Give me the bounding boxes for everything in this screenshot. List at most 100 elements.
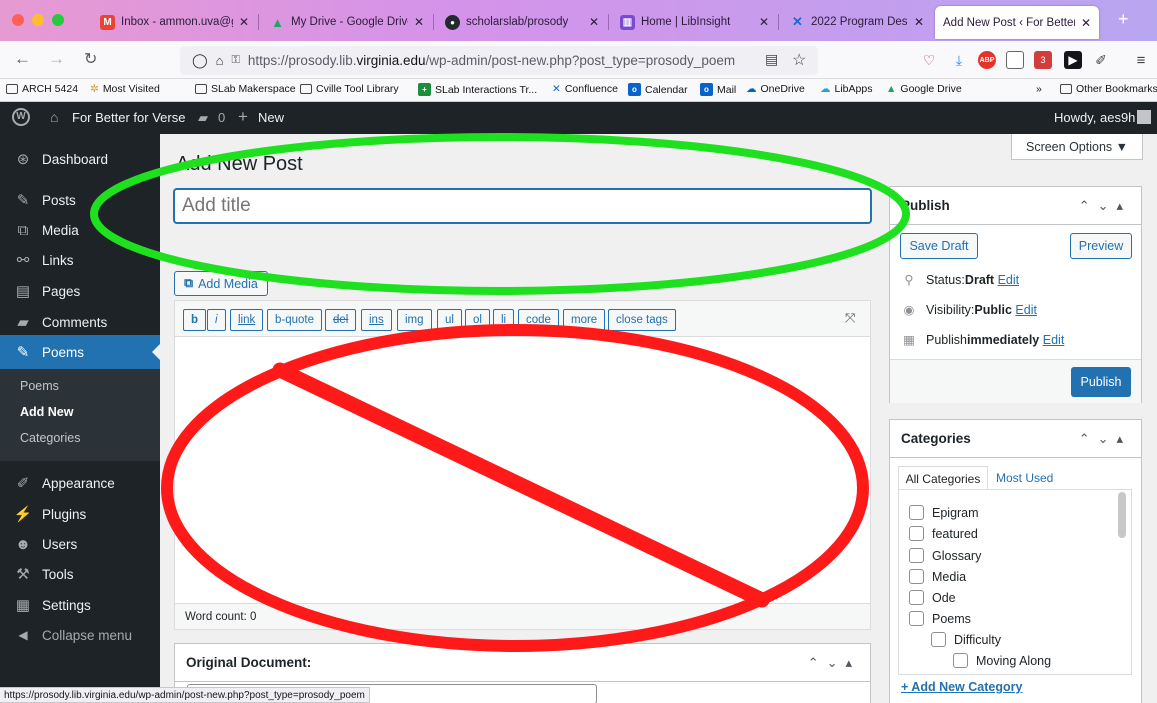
qt-italic-button[interactable]: i — [207, 309, 226, 331]
back-icon[interactable]: ← — [14, 49, 31, 69]
post-title-input[interactable] — [174, 189, 871, 223]
category-glossary[interactable]: Glossary — [909, 548, 981, 563]
qt-code-button[interactable]: code — [518, 309, 559, 331]
menu-icon[interactable]: ≡ — [1132, 51, 1150, 69]
tab-most-used[interactable]: Most Used — [996, 466, 1053, 490]
category-epigram[interactable]: Epigram — [909, 505, 979, 520]
qt-ol-button[interactable]: ol — [465, 309, 490, 331]
save-draft-button[interactable]: Save Draft — [900, 233, 978, 259]
qt-del-button[interactable]: del — [325, 309, 357, 331]
wordpress-logo-icon[interactable]: W — [12, 108, 30, 126]
tab-all-categories[interactable]: All Categories — [898, 466, 988, 490]
zoom-window-icon[interactable] — [52, 14, 64, 26]
bookmarks-overflow-icon[interactable]: » — [1036, 83, 1042, 95]
bookmark-slab-interactions[interactable]: + SLab Interactions Tr... — [418, 83, 537, 96]
screen-options-button[interactable]: Screen Options ▼ — [1011, 134, 1143, 160]
avatar[interactable] — [1137, 110, 1151, 124]
qt-bold-button[interactable]: b — [183, 309, 207, 331]
bookmark-cville-tool-library[interactable]: Cville Tool Library — [300, 83, 399, 95]
box-controls-icon[interactable]: ⌃⌄▴ — [808, 655, 860, 671]
close-tab-icon[interactable]: ✕ — [239, 15, 249, 29]
close-tab-icon[interactable]: ✕ — [1081, 16, 1091, 30]
tab-add-new-post[interactable]: Add New Post ‹ For Better fo ✕ — [935, 6, 1099, 39]
add-new-category-link[interactable]: + Add New Category — [901, 680, 1022, 694]
category-featured[interactable]: featured — [909, 526, 978, 541]
publish-button[interactable]: Publish — [1071, 367, 1131, 397]
category-poems[interactable]: Poems — [909, 611, 971, 626]
category-ode[interactable]: Ode — [909, 590, 956, 605]
qt-img-button[interactable]: img — [397, 309, 432, 331]
qt-ins-button[interactable]: ins — [361, 309, 392, 331]
sidebar-item-posts[interactable]: ✎ Posts — [0, 183, 160, 217]
forward-icon[interactable]: → — [48, 49, 65, 69]
qt-ul-button[interactable]: ul — [437, 309, 462, 331]
add-media-button[interactable]: ⧉ Add Media — [174, 271, 268, 296]
bookmark-mail[interactable]: o Mail — [700, 83, 736, 96]
bookmark-arch-5424[interactable]: ARCH 5424 — [6, 83, 78, 95]
sidebar-item-links[interactable]: ⚯ Links — [0, 243, 160, 277]
post-content-textarea[interactable] — [175, 338, 870, 602]
preview-button[interactable]: Preview — [1070, 233, 1132, 259]
adblock-icon[interactable]: ABP — [978, 51, 996, 69]
download-icon[interactable]: ⤓ — [950, 51, 968, 69]
sidebar-collapse-menu[interactable]: ◀ Collapse menu — [0, 618, 160, 652]
tab-confluence[interactable]: ✕ 2022 Program Descripti ✕ — [782, 7, 932, 37]
fullscreen-icon[interactable]: ⤧ — [845, 310, 855, 326]
close-tab-icon[interactable]: ✕ — [759, 15, 769, 29]
bookmark-libapps[interactable]: ☁ LibApps — [820, 83, 872, 95]
tab-github[interactable]: ● scholarslab/prosody ✕ — [437, 7, 607, 37]
bookmark-onedrive[interactable]: ☁ OneDrive — [746, 83, 805, 95]
close-tab-icon[interactable]: ✕ — [589, 15, 599, 29]
sidebar-item-users[interactable]: ☻ Users — [0, 527, 160, 561]
box-controls-icon[interactable]: ⌃⌄▴ — [1079, 198, 1131, 214]
comments-count[interactable]: 0 — [218, 110, 225, 125]
bookmark-confluence[interactable]: ✕ Confluence — [552, 83, 618, 95]
category-difficulty[interactable]: Difficulty — [931, 632, 1001, 647]
tab-google-drive[interactable]: ▲ My Drive - Google Drive ✕ — [262, 7, 432, 37]
url-bar[interactable]: ◯ ⌂ ⚿ https://prosody.lib.virginia.edu/w… — [180, 46, 818, 75]
submenu-poems[interactable]: Poems — [0, 373, 160, 399]
new-content-link[interactable]: New — [258, 110, 284, 125]
bookmark-other[interactable]: Other Bookmarks — [1060, 83, 1157, 95]
site-name-link[interactable]: For Better for Verse — [72, 110, 185, 125]
reload-icon[interactable]: ↻ — [84, 49, 97, 69]
category-moving-along[interactable]: Moving Along — [953, 653, 1051, 668]
reader-view-icon[interactable]: ▤ — [765, 51, 778, 68]
new-tab-icon[interactable]: + — [1118, 9, 1129, 30]
box-controls-icon[interactable]: ⌃⌄▴ — [1079, 431, 1131, 447]
extension-icon[interactable]: 3 — [1034, 51, 1052, 69]
shield-icon[interactable]: ◯ — [192, 52, 208, 69]
sidebar-item-dashboard[interactable]: ⊛ Dashboard — [0, 142, 160, 176]
submenu-categories[interactable]: Categories — [0, 425, 160, 451]
submenu-add-new[interactable]: Add New — [0, 399, 160, 425]
permissions-icon[interactable]: ⚿ — [232, 54, 240, 67]
bookmark-slab-makerspace[interactable]: SLab Makerspace — [195, 83, 296, 95]
sidebar-item-pages[interactable]: ▤ Pages — [0, 274, 160, 308]
categories-scrollbar[interactable] — [1118, 492, 1126, 538]
schedule-edit-link[interactable]: Edit — [1043, 333, 1065, 347]
lock-icon[interactable]: ⌂ — [216, 53, 224, 68]
sidebar-item-media[interactable]: ⧉ Media — [0, 213, 160, 247]
plus-icon[interactable]: + — [238, 107, 248, 127]
bookmark-google-drive[interactable]: ▲ Google Drive — [886, 83, 962, 95]
home-icon[interactable]: ⌂ — [50, 109, 58, 125]
qt-link-button[interactable]: link — [230, 309, 264, 331]
tab-gmail[interactable]: M Inbox - ammon.uva@gm ✕ — [92, 7, 257, 37]
status-edit-link[interactable]: Edit — [998, 273, 1020, 287]
howdy-user[interactable]: Howdy, aes9h — [1054, 110, 1135, 125]
close-tab-icon[interactable]: ✕ — [414, 15, 424, 29]
sidebar-item-appearance[interactable]: ✐ Appearance — [0, 466, 160, 500]
bookmark-calendar[interactable]: o Calendar — [628, 83, 688, 96]
minimize-window-icon[interactable] — [32, 14, 44, 26]
sidebar-item-settings[interactable]: ▦ Settings — [0, 588, 160, 622]
reader-icon[interactable] — [1006, 51, 1024, 69]
sidebar-item-poems[interactable]: ✎ Poems — [0, 335, 160, 369]
qt-close-tags-button[interactable]: close tags — [608, 309, 676, 331]
bookmark-star-icon[interactable]: ☆ — [792, 50, 806, 70]
qt-bquote-button[interactable]: b-quote — [267, 309, 323, 331]
sidebar-item-tools[interactable]: ⚒ Tools — [0, 557, 160, 591]
visibility-edit-link[interactable]: Edit — [1015, 303, 1037, 317]
eyedropper-icon[interactable]: ✐ — [1092, 51, 1110, 69]
play-icon[interactable]: ▶ — [1064, 51, 1082, 69]
comments-icon[interactable]: ▰ — [198, 110, 208, 126]
